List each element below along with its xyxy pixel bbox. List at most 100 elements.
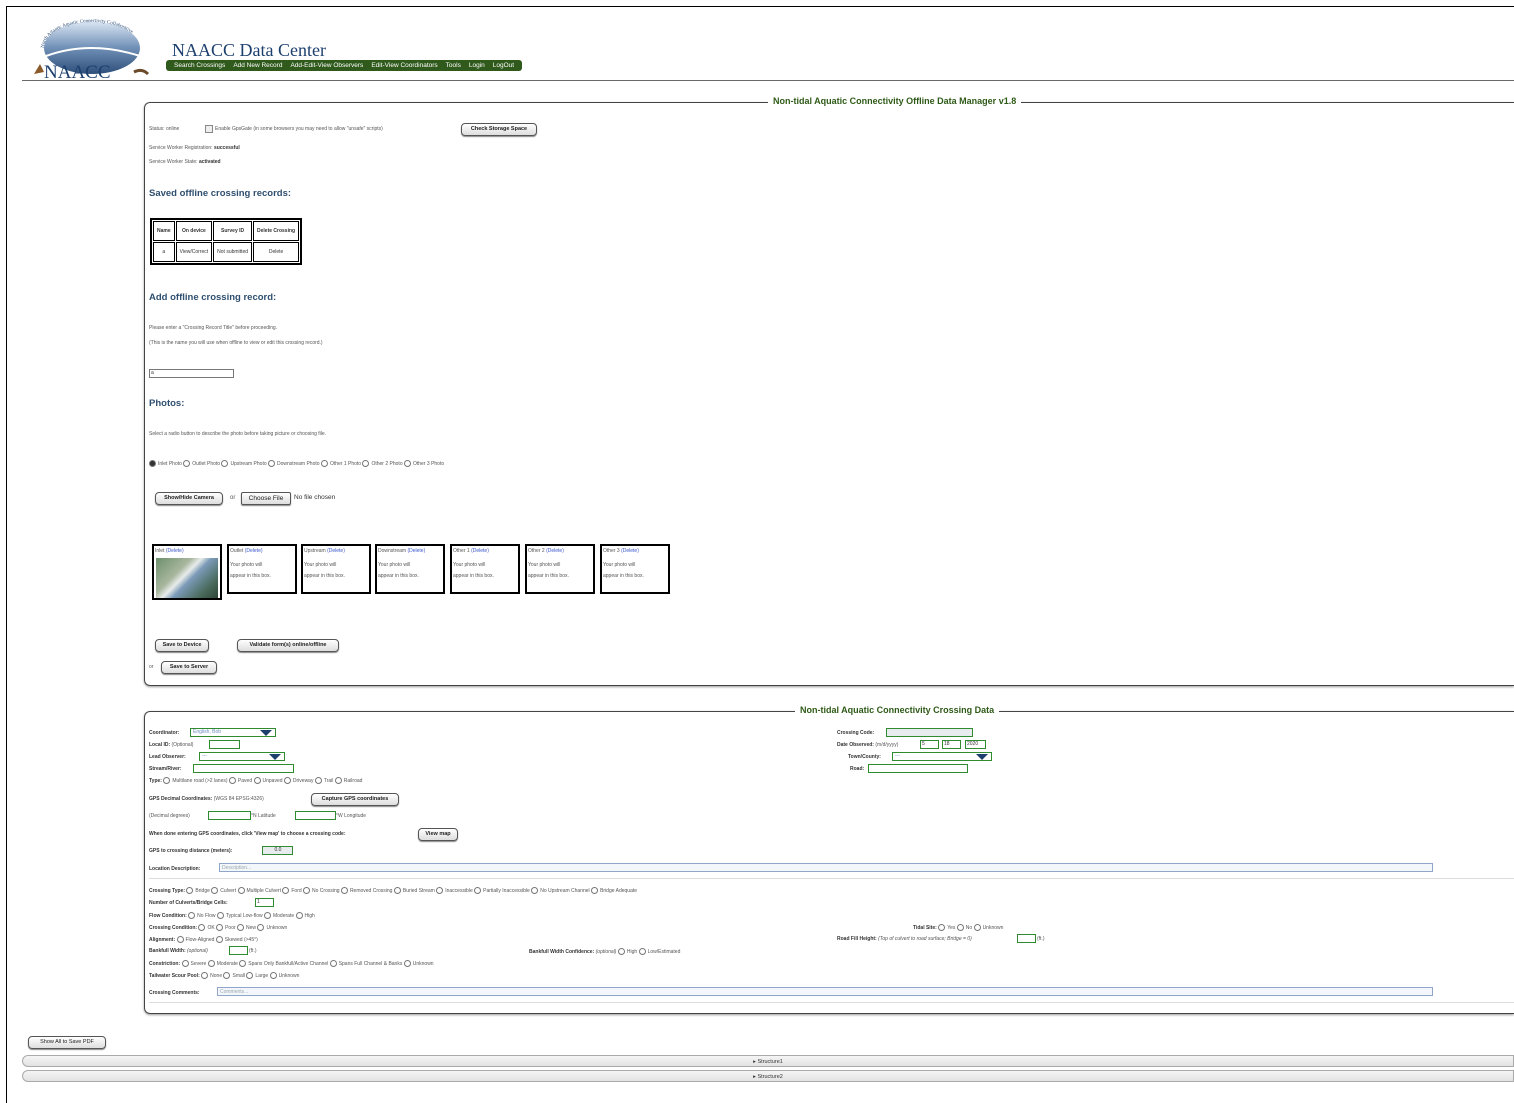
- gps-distance-input[interactable]: 0.0: [262, 846, 293, 855]
- radio-tailwater-unknown[interactable]: [269, 972, 277, 979]
- town-county-select[interactable]: ---: [892, 752, 992, 761]
- naacc-logo[interactable]: NAACC North Atlantic Aquatic Connectivit…: [30, 12, 150, 82]
- radio-other2-photo[interactable]: [362, 460, 370, 467]
- nav-logout[interactable]: LogOut: [489, 60, 518, 71]
- radio-spans-bankfull[interactable]: [239, 960, 247, 967]
- radio-driveway[interactable]: [283, 777, 291, 784]
- view-correct-link[interactable]: View/Correct: [175, 242, 213, 262]
- radio-tidal-yes[interactable]: [938, 924, 946, 931]
- radio-poor[interactable]: [216, 924, 224, 931]
- lead-observer-value: ---: [202, 753, 207, 759]
- radio-spans-full[interactable]: [329, 960, 337, 967]
- radio-downstream-photo[interactable]: [268, 460, 276, 467]
- radio-culvert[interactable]: [211, 887, 219, 894]
- radio-new[interactable]: [237, 924, 245, 931]
- validate-form-button[interactable]: Validate form(s) online/offline: [237, 639, 339, 652]
- radio-inlet-photo[interactable]: [149, 460, 156, 467]
- record-title-input[interactable]: a: [149, 369, 234, 378]
- radio-unpaved[interactable]: [253, 777, 261, 784]
- radio-tidal-unknown[interactable]: [973, 924, 981, 931]
- radio-label: No Flow: [197, 912, 216, 919]
- delete-record-link[interactable]: Delete: [253, 242, 300, 262]
- radio-tailwater-small[interactable]: [223, 972, 231, 979]
- capture-gps-button[interactable]: Capture GPS coordinates: [311, 793, 399, 806]
- delete-photo-link[interactable]: (Delete): [621, 548, 639, 554]
- radio-ok[interactable]: [198, 924, 206, 931]
- radio-bw-low[interactable]: [638, 948, 646, 955]
- radio-buried-stream[interactable]: [393, 887, 401, 894]
- radio-no-flow[interactable]: [188, 912, 196, 919]
- delete-photo-link[interactable]: (Delete): [546, 548, 564, 554]
- crossing-code-input[interactable]: [886, 728, 973, 737]
- stream-input[interactable]: [193, 764, 294, 773]
- choose-file-button[interactable]: Choose File: [241, 492, 291, 505]
- radio-multilane[interactable]: [163, 777, 171, 784]
- save-to-server-button[interactable]: Save to Server: [161, 661, 217, 674]
- delete-photo-link[interactable]: (Delete): [327, 548, 345, 554]
- radio-bw-high[interactable]: [617, 948, 625, 955]
- sw-registration: Service Worker Registration: successful: [149, 145, 240, 151]
- radio-trail[interactable]: [314, 777, 322, 784]
- radio-bridge-adequate[interactable]: [591, 887, 599, 894]
- local-id-input[interactable]: [209, 740, 240, 749]
- delete-photo-link[interactable]: (Delete): [245, 548, 263, 554]
- bankfull-width-input[interactable]: [229, 946, 248, 955]
- radio-flow-aligned[interactable]: [176, 936, 184, 943]
- radio-outlet-photo[interactable]: [183, 460, 191, 467]
- radio-tailwater-large[interactable]: [246, 972, 254, 979]
- nav-coordinators[interactable]: Edit-View Coordinators: [367, 60, 441, 71]
- radio-typical-low-flow[interactable]: [216, 912, 224, 919]
- lead-observer-select[interactable]: ---: [199, 752, 285, 761]
- radio-no-upstream-channel[interactable]: [531, 887, 539, 894]
- radio-condition-unknown[interactable]: [257, 924, 265, 931]
- radio-upstream-photo[interactable]: [221, 460, 229, 467]
- date-year-input[interactable]: 2020: [965, 740, 986, 749]
- radio-constriction-unknown[interactable]: [403, 960, 411, 967]
- check-storage-button[interactable]: Check Storage Space: [461, 123, 537, 136]
- radio-other3-photo[interactable]: [404, 460, 411, 467]
- nav-add-new-record[interactable]: Add New Record: [229, 60, 286, 71]
- radio-high-flow[interactable]: [295, 912, 303, 919]
- show-all-pdf-button[interactable]: Show All to Save PDF: [28, 1036, 106, 1049]
- photo-label: Outlet: [230, 548, 244, 554]
- road-fill-input[interactable]: [1017, 934, 1036, 943]
- date-month-input[interactable]: 5: [920, 740, 939, 749]
- show-hide-camera-button[interactable]: Show/Hide Camera: [155, 492, 223, 505]
- radio-tailwater-none[interactable]: [201, 972, 209, 979]
- crossing-comments-textarea[interactable]: Comments...: [217, 987, 1433, 996]
- latitude-input[interactable]: [208, 811, 251, 820]
- radio-skewed[interactable]: [215, 936, 223, 943]
- radio-inaccessible[interactable]: [436, 887, 444, 894]
- radio-removed-crossing[interactable]: [340, 887, 348, 894]
- nav-search-crossings[interactable]: Search Crossings: [170, 60, 229, 71]
- radio-railroad[interactable]: [334, 777, 342, 784]
- save-to-device-button[interactable]: Save to Device: [155, 639, 209, 652]
- view-map-button[interactable]: View map: [418, 828, 458, 841]
- longitude-input[interactable]: [295, 811, 336, 820]
- gpsgate-checkbox[interactable]: [205, 125, 213, 133]
- delete-photo-link[interactable]: (Delete): [166, 548, 184, 554]
- radio-no-crossing[interactable]: [303, 887, 311, 894]
- radio-multiple-culvert[interactable]: [237, 887, 245, 894]
- radio-severe[interactable]: [181, 960, 189, 967]
- radio-other1-photo[interactable]: [320, 460, 328, 467]
- delete-photo-link[interactable]: (Delete): [471, 548, 489, 554]
- coordinator-select[interactable]: English, Bob: [190, 728, 276, 737]
- date-day-input[interactable]: 18: [942, 740, 961, 749]
- location-description-textarea[interactable]: Description...: [219, 863, 1433, 872]
- radio-moderate-constriction[interactable]: [207, 960, 215, 967]
- radio-moderate-flow[interactable]: [263, 912, 271, 919]
- radio-paved[interactable]: [228, 777, 236, 784]
- structure2-summary[interactable]: ▸ Structure2: [22, 1070, 1514, 1082]
- radio-tidal-no[interactable]: [956, 924, 964, 931]
- road-input[interactable]: [868, 764, 968, 773]
- nav-login[interactable]: Login: [465, 60, 489, 71]
- nav-tools[interactable]: Tools: [442, 60, 465, 71]
- radio-ford[interactable]: [282, 887, 290, 894]
- radio-bridge[interactable]: [186, 887, 194, 894]
- num-cells-input[interactable]: 1: [255, 898, 274, 907]
- structure1-summary[interactable]: ▸ Structure1: [22, 1055, 1514, 1067]
- radio-partially-inaccessible[interactable]: [474, 887, 482, 894]
- nav-observers[interactable]: Add-Edit-View Observers: [286, 60, 367, 71]
- delete-photo-link[interactable]: (Delete): [407, 548, 425, 554]
